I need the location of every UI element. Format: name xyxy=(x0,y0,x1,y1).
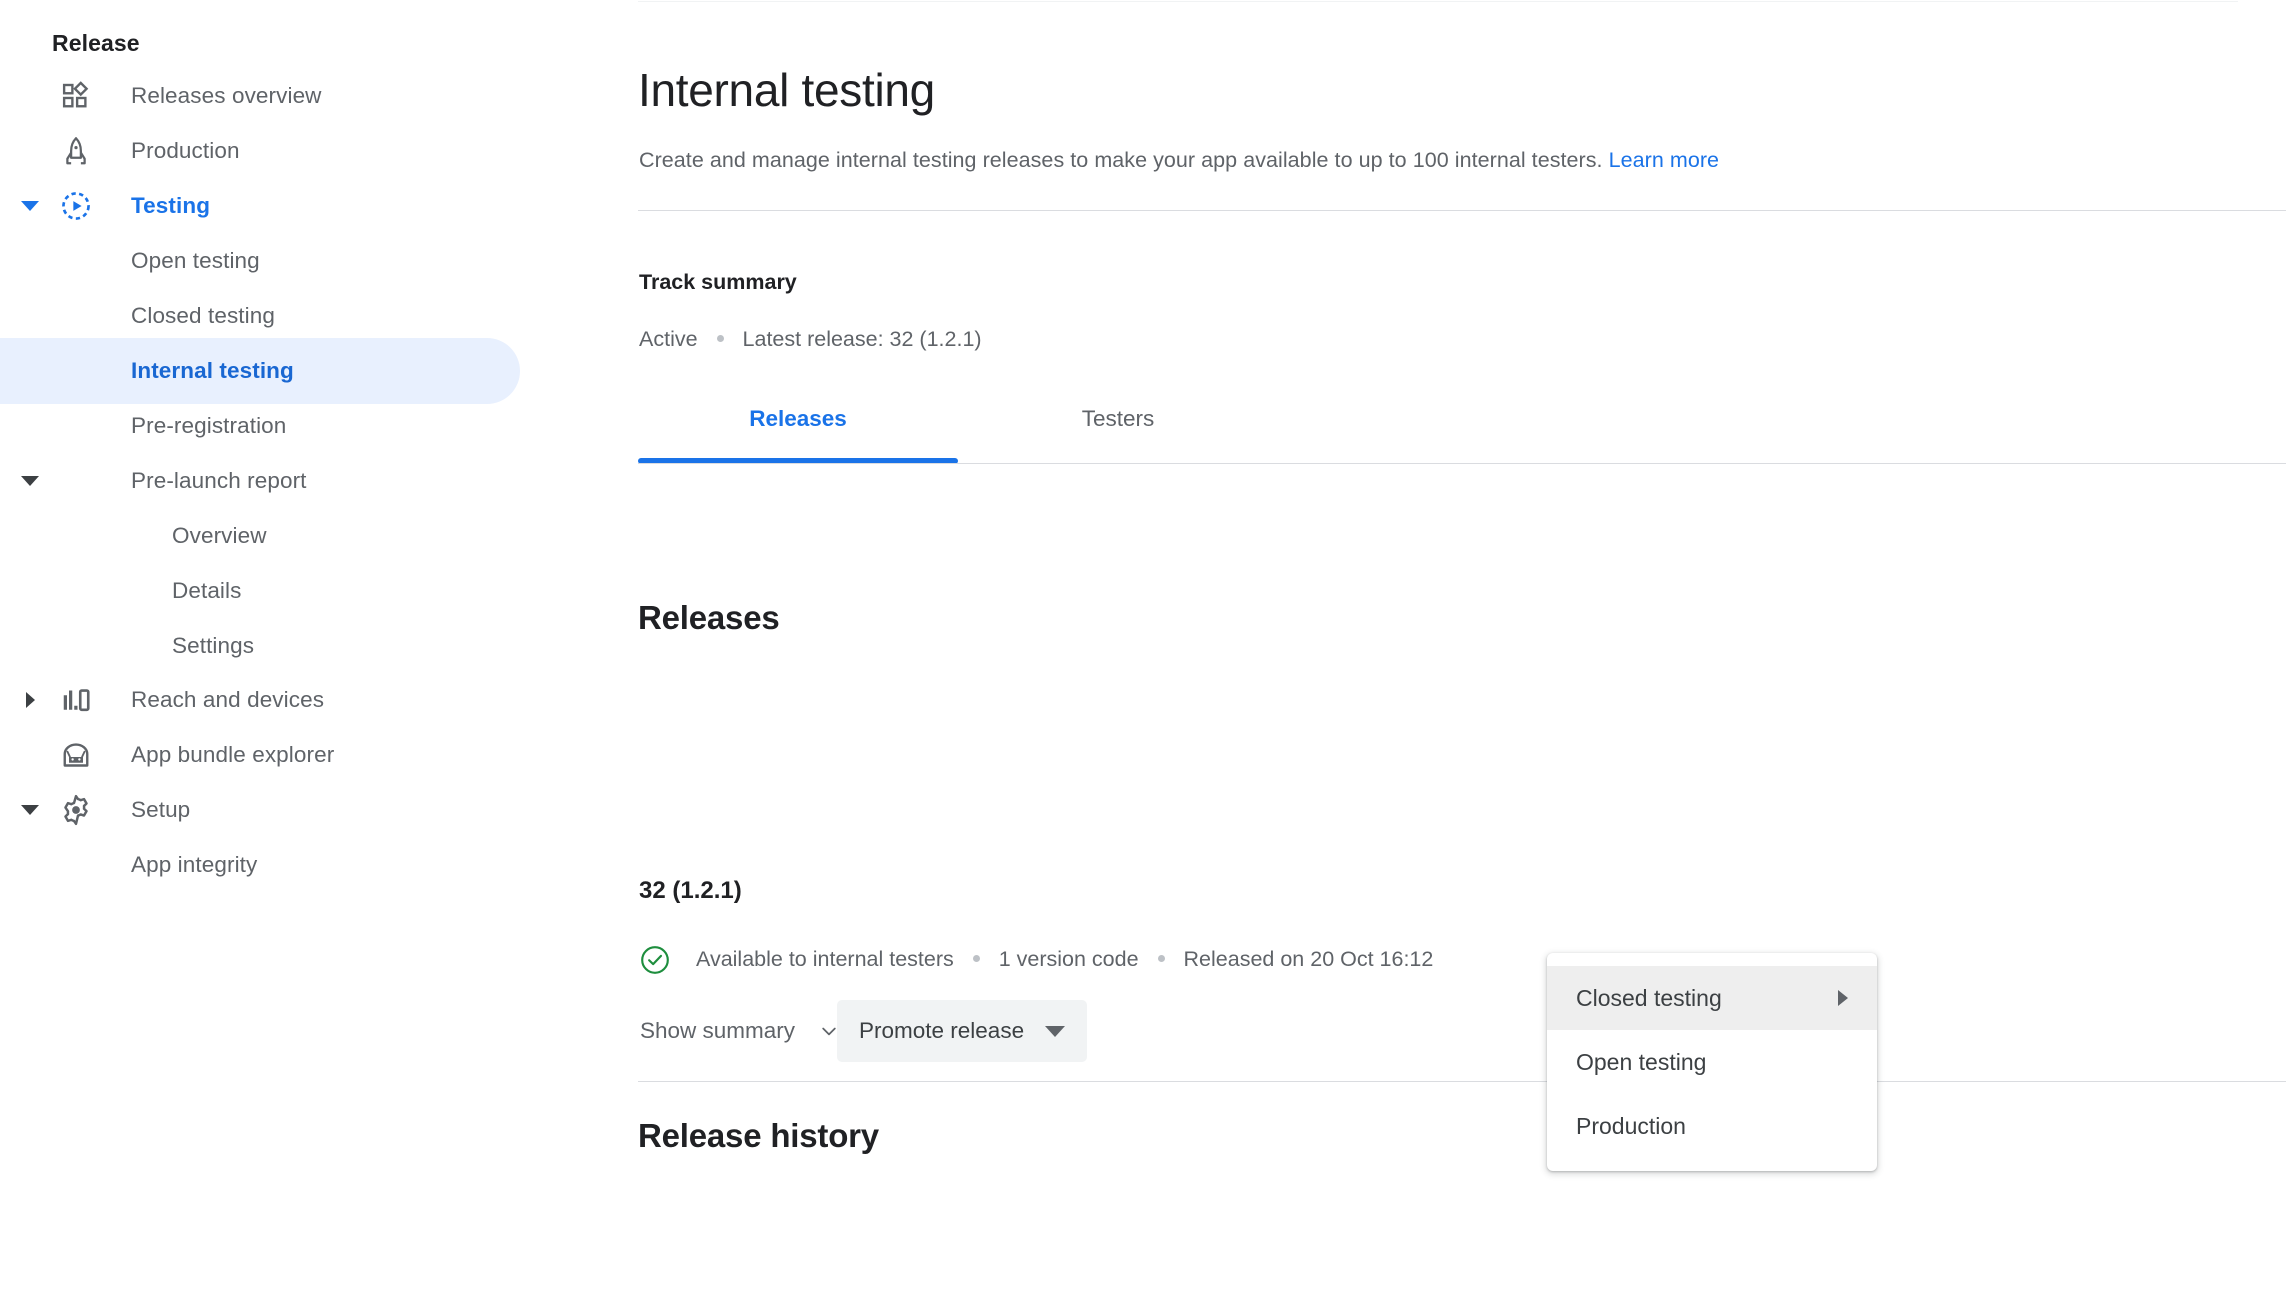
sidebar-item-label: Reach and devices xyxy=(131,687,325,712)
triangle-down-icon xyxy=(21,476,39,486)
release-released-on: Released on 20 Oct 16:12 xyxy=(1183,947,1434,971)
page-description-text: Create and manage internal testing relea… xyxy=(639,148,1603,172)
track-status: Active xyxy=(639,327,698,351)
sidebar-item-label: Open testing xyxy=(131,248,260,273)
sidebar-item-label: App integrity xyxy=(131,852,258,877)
track-summary-line: Active Latest release: 32 (1.2.1) xyxy=(639,327,982,352)
main-content: Internal testing Create and manage inter… xyxy=(620,0,2286,1298)
triangle-down-icon xyxy=(21,201,39,211)
triangle-down-icon xyxy=(21,805,39,815)
promote-release-label: Promote release xyxy=(859,1018,1025,1043)
learn-more-link[interactable]: Learn more xyxy=(1609,148,1719,172)
releases-heading: Releases xyxy=(638,599,780,637)
release-section-divider xyxy=(638,1081,2286,1082)
promote-menu-item-label: Production xyxy=(1576,1112,1686,1139)
sidebar-item-app-integrity[interactable]: App integrity xyxy=(0,832,520,898)
promote-release-menu: Closed testing Open testing Production xyxy=(1547,953,1877,1171)
track-latest-release: Latest release: 32 (1.2.1) xyxy=(742,327,982,351)
show-summary-button[interactable]: Show summary xyxy=(638,1000,841,1062)
dot-separator-icon xyxy=(1157,954,1165,962)
header-divider xyxy=(638,210,2286,211)
track-summary-heading: Track summary xyxy=(639,270,797,294)
release-version-codes: 1 version code xyxy=(998,947,1139,971)
caret-down-icon xyxy=(1045,1025,1066,1037)
tab-testers[interactable]: Testers xyxy=(958,392,1278,464)
sidebar-item-label: Pre-launch report xyxy=(131,468,307,493)
tabs-divider xyxy=(638,463,2286,464)
page-title: Internal testing xyxy=(638,63,935,116)
sidebar-item-label: Overview xyxy=(172,523,267,548)
check-circle-icon xyxy=(641,946,669,974)
triangle-right-icon xyxy=(25,692,35,708)
sidebar-item-label: App bundle explorer xyxy=(131,742,335,767)
left-sidebar: Release Releases overview Production Testi… xyxy=(0,0,620,1298)
page-description: Create and manage internal testing relea… xyxy=(639,148,1719,173)
app-root: Release Releases overview Production Testi… xyxy=(0,0,2286,1298)
sidebar-item-label: Settings xyxy=(172,633,255,658)
sidebar-item-label: Testing xyxy=(131,193,211,218)
sidebar-item-label: Details xyxy=(172,578,242,603)
tab-testers-label: Testers xyxy=(1081,406,1155,431)
release-availability: Available to internal testers xyxy=(696,947,954,971)
sidebar-item-label: Production xyxy=(131,138,240,163)
show-summary-label: Show summary xyxy=(640,1018,796,1043)
sidebar-item-label: Pre-registration xyxy=(131,413,287,438)
promote-menu-item-label: Closed testing xyxy=(1576,984,1722,1011)
release-version-name: 32 (1.2.1) xyxy=(639,877,742,904)
release-history-heading: Release history xyxy=(638,1117,879,1155)
sidebar-item-label: Internal testing xyxy=(131,358,294,383)
sidebar-item-label: Setup xyxy=(131,797,191,822)
promote-release-button[interactable]: Promote release xyxy=(837,1000,1088,1062)
promote-menu-item-open-testing[interactable]: Open testing xyxy=(1547,1030,1877,1094)
sidebar-item-label: Closed testing xyxy=(131,303,275,328)
promote-menu-item-production[interactable]: Production xyxy=(1547,1094,1877,1158)
dot-separator-icon xyxy=(972,954,980,962)
tab-releases-label: Releases xyxy=(749,406,847,431)
submenu-arrow-icon xyxy=(1838,990,1848,1006)
top-divider xyxy=(638,1,2238,2)
promote-menu-item-label: Open testing xyxy=(1576,1048,1707,1075)
tab-releases[interactable]: Releases xyxy=(638,392,958,464)
sidebar-section-title: Release xyxy=(52,30,140,56)
sidebar-item-label: Releases overview xyxy=(131,83,322,108)
dot-separator-icon xyxy=(716,334,724,342)
promote-menu-item-closed-testing[interactable]: Closed testing xyxy=(1547,966,1877,1030)
release-status-line: Available to internal testers 1 version … xyxy=(696,947,1433,972)
